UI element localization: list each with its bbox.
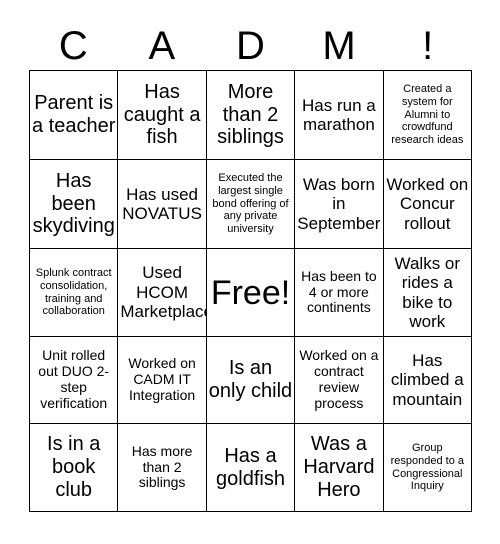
header-letter-text: C	[58, 24, 88, 68]
bingo-cell[interactable]: More than 2 siblings	[206, 71, 296, 160]
bingo-cell-free-space[interactable]: Free!	[206, 249, 296, 337]
bingo-cell-text: Executed the largest single bond offerin…	[212, 171, 289, 236]
bingo-cell[interactable]: Has more than 2 siblings	[118, 424, 207, 512]
header-letter-3: M	[295, 22, 384, 70]
bingo-cell[interactable]: Splunk contract consolidation, training …	[30, 249, 119, 337]
header-letter-4: !	[383, 22, 472, 70]
bingo-cell-text: Has used NOVATUS	[122, 184, 202, 223]
bingo-cell-text: Has caught a fish	[123, 80, 201, 149]
bingo-cell-text: Splunk contract consolidation, training …	[35, 266, 112, 318]
bingo-cell-text: Was a Harvard Hero	[303, 433, 375, 501]
bingo-cell[interactable]: Used HCOM Marketplace	[118, 249, 207, 337]
bingo-cell-text: Has climbed a mountain	[390, 350, 464, 409]
bingo-cell[interactable]: Has used NOVATUS	[118, 160, 207, 249]
bingo-cell[interactable]: Has climbed a mountain	[383, 337, 472, 424]
bingo-cell-text: Was born in September	[297, 174, 381, 233]
bingo-cell[interactable]: Unit rolled out DUO 2-step verification	[30, 337, 119, 424]
bingo-grid: Parent is a teacher Has caught a fish Mo…	[29, 70, 472, 512]
bingo-cell[interactable]: Has been to 4 or more continents	[295, 249, 384, 337]
bingo-cell-text: Has more than 2 siblings	[131, 442, 193, 491]
bingo-cell-text: Is in a book club	[47, 433, 101, 501]
header-letter-text: M	[322, 24, 356, 68]
bingo-cell[interactable]: Worked on a contract review process	[295, 337, 384, 424]
header-letter-2: D	[206, 22, 295, 70]
bingo-cell[interactable]: Group responded to a Congressional Inqui…	[383, 424, 472, 512]
bingo-cell[interactable]: Executed the largest single bond offerin…	[206, 160, 296, 249]
bingo-cell-text: More than 2 siblings	[217, 80, 284, 149]
bingo-cell-text: Walks or rides a bike to work	[394, 253, 461, 331]
bingo-cell-text: Is an only child	[208, 357, 293, 402]
bingo-cell-text: Worked on CADM IT Integration	[128, 355, 196, 403]
header-letter-text: !	[422, 24, 434, 68]
bingo-cell[interactable]: Has run a marathon	[295, 71, 384, 160]
header-letter-1: A	[118, 22, 207, 70]
bingo-card: C A D M ! Parent is a teacher Has caught…	[0, 0, 500, 544]
bingo-cell[interactable]: Walks or rides a bike to work	[383, 249, 472, 337]
bingo-cell[interactable]: Created a system for Alumni to crowdfund…	[383, 71, 472, 160]
bingo-cell[interactable]: Is in a book club	[30, 424, 119, 512]
bingo-cell[interactable]: Has caught a fish	[118, 71, 207, 160]
bingo-cell-text: Created a system for Alumni to crowdfund…	[391, 82, 464, 147]
bingo-cell[interactable]: Was born in September	[295, 160, 384, 249]
bingo-cell-text: Has been to 4 or more continents	[301, 267, 377, 316]
header-letter-text: D	[236, 24, 265, 68]
bingo-cell-text: Parent is a teacher	[32, 92, 116, 137]
bingo-cell[interactable]: Parent is a teacher	[30, 71, 119, 160]
bingo-cell-text: Has a goldfish	[216, 444, 285, 490]
bingo-cell-text: Used HCOM Marketplace	[120, 263, 207, 322]
bingo-cell[interactable]: Has been skydiving	[30, 160, 119, 249]
bingo-cell-text: Group responded to a Congressional Inqui…	[390, 441, 464, 493]
bingo-cell[interactable]: Worked on Concur rollout	[383, 160, 472, 249]
bingo-cell-text: Worked on Concur rollout	[386, 174, 469, 233]
header-letter-text: A	[148, 24, 176, 68]
bingo-cell-text: Has been skydiving	[32, 169, 115, 238]
header-letter-0: C	[29, 22, 118, 70]
bingo-cell[interactable]: Was a Harvard Hero	[295, 424, 384, 512]
bingo-header-letters: C A D M !	[29, 22, 472, 70]
bingo-cell-text: Worked on a contract review process	[299, 347, 379, 411]
bingo-cell[interactable]: Is an only child	[206, 337, 296, 424]
bingo-cell[interactable]: Worked on CADM IT Integration	[118, 337, 207, 424]
bingo-cell-text: Free!	[210, 273, 291, 312]
bingo-cell-text: Has run a marathon	[302, 95, 376, 134]
bingo-cell-text: Unit rolled out DUO 2-step verification	[38, 347, 110, 411]
bingo-cell[interactable]: Has a goldfish	[206, 424, 296, 512]
